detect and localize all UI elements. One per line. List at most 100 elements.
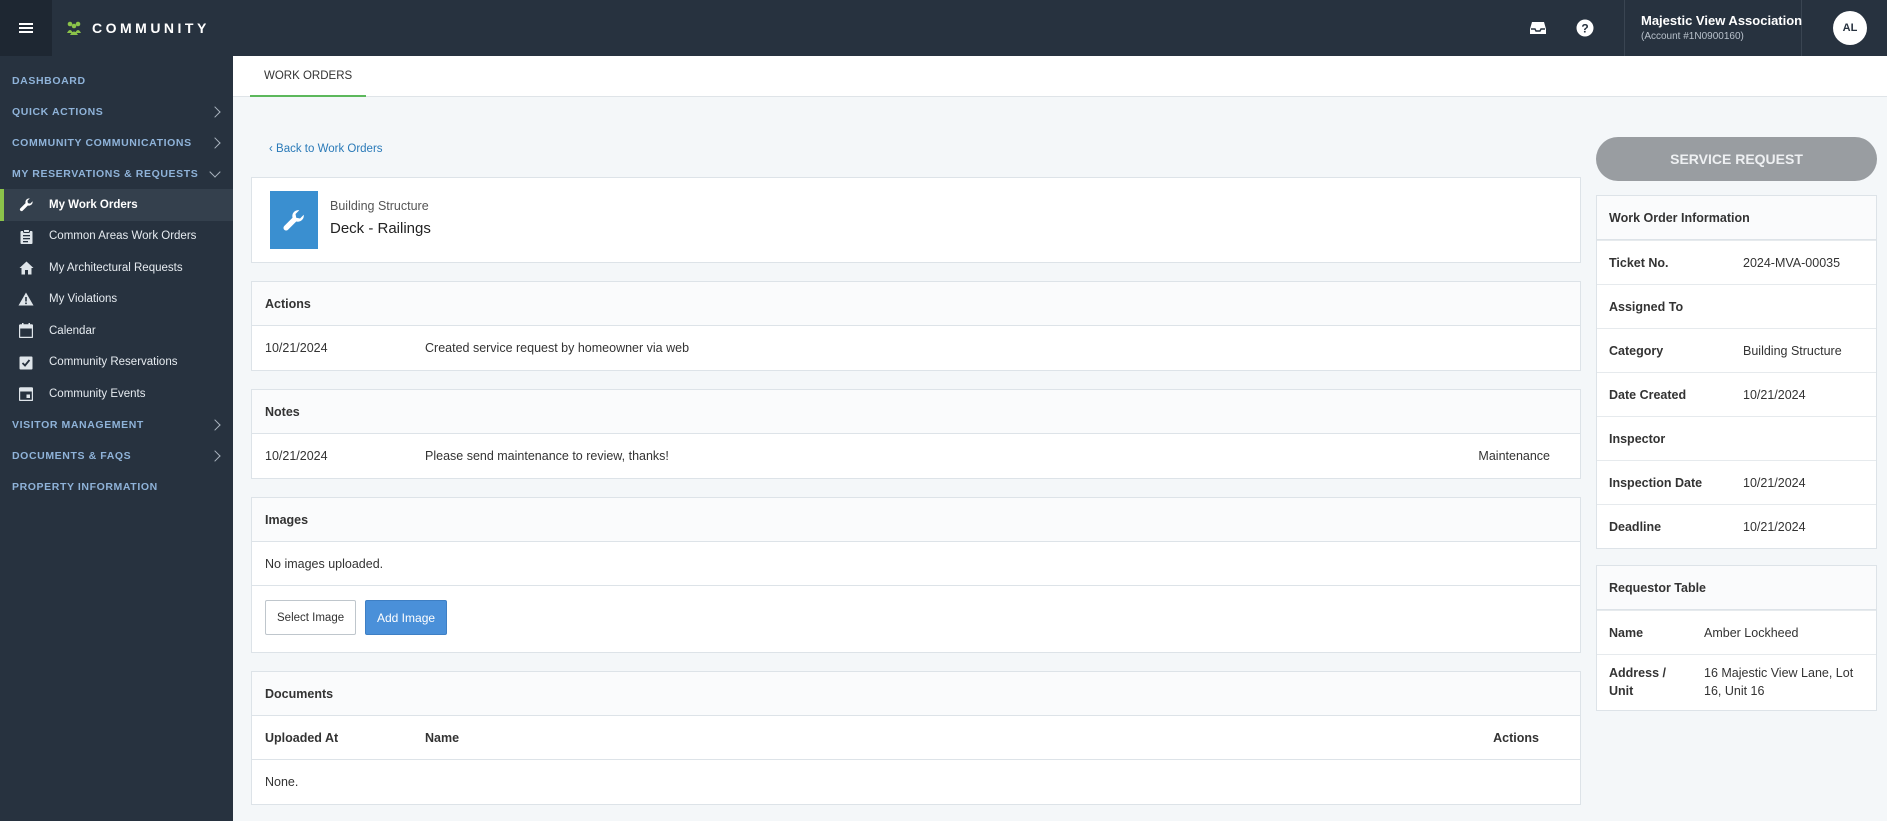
actions-panel: Actions 10/21/2024 Created service reque… — [251, 281, 1581, 371]
chevron-right-icon — [209, 136, 221, 149]
sidebar-item-community-communications[interactable]: COMMUNITY COMMUNICATIONS — [0, 127, 233, 158]
note-author: Maintenance — [1478, 449, 1550, 463]
home-icon — [18, 260, 34, 276]
sidebar-item-my-violations[interactable]: My Violations — [0, 284, 233, 316]
sidebar-item-label: PROPERTY INFORMATION — [12, 481, 158, 493]
avatar[interactable]: AL — [1833, 11, 1867, 45]
work-order-title: Deck - Railings — [330, 220, 431, 237]
info-label: Inspector — [1609, 432, 1666, 446]
info-label: Date Created — [1609, 388, 1687, 402]
add-image-button[interactable]: Add Image — [365, 600, 448, 635]
sidebar-item-my-work-orders[interactable]: My Work Orders — [0, 189, 233, 221]
column-header-name: Name — [425, 730, 460, 745]
tab-bar: WORK ORDERS — [233, 56, 1887, 97]
sidebar-item-dashboard[interactable]: DASHBOARD — [0, 65, 233, 96]
wrench-icon — [18, 197, 34, 213]
requestor-row-name: Name Amber Lockheed — [1597, 610, 1876, 654]
column-header-actions: Actions — [1493, 730, 1539, 745]
images-panel: Images No images uploaded. Select Image … — [251, 497, 1581, 653]
event-icon — [18, 386, 34, 402]
sidebar-item-label: VISITOR MANAGEMENT — [12, 419, 144, 431]
info-row-assigned-to: Assigned To — [1597, 284, 1876, 328]
sidebar-item-quick-actions[interactable]: QUICK ACTIONS — [0, 96, 233, 127]
info-label: Ticket No. — [1609, 256, 1669, 270]
sidebar-item-property-information[interactable]: PROPERTY INFORMATION — [0, 472, 233, 503]
chevron-right-icon — [209, 419, 221, 431]
checklist-icon — [18, 354, 34, 370]
brand[interactable]: COMMUNITY — [66, 0, 210, 56]
sidebar-item-label: Common Areas Work Orders — [49, 230, 197, 243]
documents-empty-row: None. — [252, 760, 1580, 804]
info-row-category: Category Building Structure — [1597, 328, 1876, 372]
clipboard-icon — [18, 228, 34, 244]
images-empty-row: No images uploaded. — [252, 542, 1580, 586]
note-date: 10/21/2024 — [265, 449, 328, 463]
info-row-date-created: Date Created 10/21/2024 — [1597, 372, 1876, 416]
requestor-value: Amber Lockheed — [1704, 626, 1799, 640]
info-label: Category — [1609, 344, 1664, 358]
chevron-right-icon — [209, 450, 221, 462]
info-value: Building Structure — [1743, 344, 1842, 358]
table-row: 10/21/2024 Please send maintenance to re… — [252, 434, 1580, 478]
sidebar-item-label: My Violations — [49, 293, 118, 306]
requestor-heading: Requestor Table — [1597, 566, 1876, 610]
sidebar-item-community-events[interactable]: Community Events — [0, 378, 233, 410]
images-heading: Images — [252, 498, 1580, 542]
svg-text:?: ? — [1581, 22, 1588, 36]
requestor-label: Name — [1609, 626, 1644, 640]
sidebar-item-community-reservations[interactable]: Community Reservations — [0, 347, 233, 379]
sidebar: DASHBOARD QUICK ACTIONS COMMUNITY COMMUN… — [0, 56, 233, 821]
notes-heading: Notes — [252, 390, 1580, 434]
info-label: Deadline — [1609, 520, 1662, 534]
info-label: Assigned To — [1609, 300, 1684, 314]
sidebar-item-label: Calendar — [49, 324, 96, 337]
info-value: 10/21/2024 — [1743, 476, 1806, 490]
top-bar: COMMUNITY ? Majestic View Association (A… — [0, 0, 1887, 56]
column-header-uploaded-at: Uploaded At — [265, 730, 339, 745]
account-number: (Account #1N0900160) — [1641, 31, 1744, 42]
account-name: Majestic View Association — [1641, 13, 1803, 28]
select-image-button[interactable]: Select Image — [265, 600, 357, 635]
sidebar-item-label: QUICK ACTIONS — [12, 105, 104, 118]
action-description: Created service request by homeowner via… — [425, 341, 690, 355]
service-request-button[interactable]: SERVICE REQUEST — [1596, 137, 1877, 181]
table-row: 10/21/2024 Created service request by ho… — [252, 326, 1580, 370]
sidebar-item-my-architectural-requests[interactable]: My Architectural Requests — [0, 252, 233, 284]
wrench-icon — [270, 191, 318, 249]
sidebar-item-calendar[interactable]: Calendar — [0, 315, 233, 347]
sidebar-item-label: COMMUNITY COMMUNICATIONS — [12, 136, 192, 149]
sidebar-item-documents-faqs[interactable]: DOCUMENTS & FAQS — [0, 441, 233, 472]
requestor-label: Address / Unit — [1609, 666, 1666, 698]
account-switcher[interactable]: Majestic View Association (Account #1N09… — [1624, 0, 1802, 56]
sidebar-item-label: Community Events — [49, 387, 146, 400]
note-text: Please send maintenance to review, thank… — [425, 449, 669, 463]
work-order-info-panel: Work Order Information Ticket No. 2024-M… — [1596, 195, 1877, 549]
requestor-value: 16 Majestic View Lane, Lot 16, Unit 16 — [1704, 666, 1854, 698]
documents-header-row: Uploaded At Name Actions — [252, 716, 1580, 760]
info-row-inspector: Inspector — [1597, 416, 1876, 460]
inbox-icon[interactable] — [1527, 17, 1549, 39]
help-icon[interactable]: ? — [1574, 17, 1596, 39]
back-to-work-orders-link[interactable]: ‹ Back to Work Orders — [269, 143, 383, 155]
info-value: 10/21/2024 — [1743, 520, 1806, 534]
info-label: Inspection Date — [1609, 476, 1703, 490]
sidebar-item-common-areas-work-orders[interactable]: Common Areas Work Orders — [0, 221, 233, 253]
hamburger-icon[interactable] — [0, 0, 52, 56]
sidebar-item-label: My Work Orders — [49, 198, 138, 211]
brand-name: COMMUNITY — [92, 20, 210, 36]
sidebar-item-my-reservations[interactable]: MY RESERVATIONS & REQUESTS — [0, 158, 233, 189]
documents-empty-text: None. — [265, 775, 299, 789]
work-order-info-heading: Work Order Information — [1597, 196, 1876, 240]
work-order-header: Building Structure Deck - Railings — [251, 177, 1581, 263]
sidebar-item-label: MY RESERVATIONS & REQUESTS — [12, 167, 199, 180]
sidebar-item-label: DASHBOARD — [12, 74, 86, 87]
requestor-row-address: Address / Unit 16 Majestic View Lane, Lo… — [1597, 654, 1876, 710]
sidebar-item-label: My Architectural Requests — [49, 261, 183, 274]
sidebar-item-label: Community Reservations — [49, 356, 178, 369]
sidebar-item-label: DOCUMENTS & FAQS — [12, 450, 132, 462]
work-order-category: Building Structure — [330, 199, 429, 213]
tab-work-orders[interactable]: WORK ORDERS — [250, 56, 367, 97]
calendar-icon — [18, 323, 34, 339]
sidebar-item-visitor-management[interactable]: VISITOR MANAGEMENT — [0, 410, 233, 441]
chevron-right-icon — [209, 105, 221, 118]
